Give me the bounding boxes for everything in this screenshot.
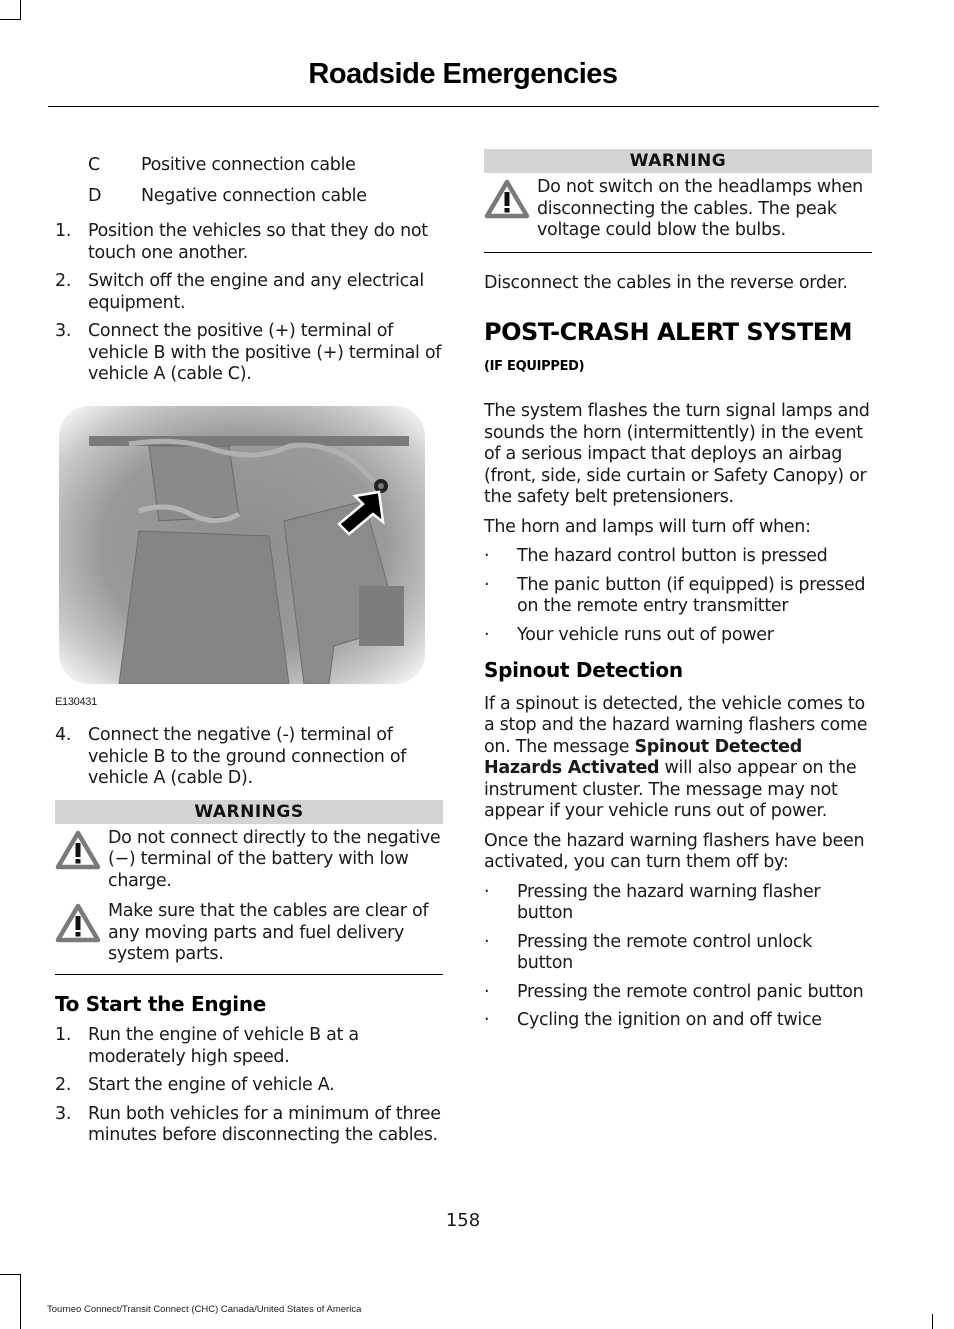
step-item: 1. Run the engine of vehicle B at a moder… (55, 1025, 443, 1068)
spinout-heading: Spinout Detection (484, 658, 683, 682)
warning-heading: WARNING (484, 149, 872, 173)
right-column: WARNING Do not switch on the headlamps w… (484, 149, 872, 1039)
step-text: Switch off the engine and any electrical… (88, 271, 424, 313)
step-number: 3. (55, 321, 72, 341)
bullet-text: Your vehicle runs out of power (517, 624, 774, 645)
bullet-icon: · (484, 981, 490, 1002)
if-equipped-label: (IF EQUIPPED) (484, 358, 585, 374)
step-text: Run both vehicles for a minimum of three… (88, 1103, 441, 1146)
footer-text: Tourneo Connect/Transit Connect (CHC) Ca… (47, 1304, 362, 1315)
step-number: 1. (55, 1025, 72, 1045)
bullet-text: The panic button (if equipped) is presse… (517, 574, 866, 617)
crop-mark (0, 1274, 20, 1275)
key-row: C Positive connection cable (55, 150, 443, 181)
bullet-item: · Pressing the remote control unlock butt… (484, 932, 872, 975)
bullet-icon: · (484, 881, 490, 902)
warning-text: Do not connect directly to the negative … (108, 827, 441, 891)
bullet-text: Pressing the remote control unlock butto… (517, 931, 813, 974)
crop-mark (932, 1314, 933, 1329)
step-text: Start the engine of vehicle A. (88, 1075, 335, 1095)
turn-off-intro: The horn and lamps will turn off when: (484, 516, 811, 537)
step-number: 1. (55, 221, 72, 241)
key-label: Negative connection cable (141, 185, 367, 206)
bullet-icon: · (484, 1010, 490, 1030)
bullet-item: · Pressing the remote control panic butto… (484, 982, 872, 1004)
bullet-text: The hazard control button is pressed (517, 546, 828, 566)
warnings-divider (55, 973, 443, 975)
engine-bay-drawing (89, 435, 409, 684)
engine-bay-illustration (59, 405, 425, 684)
warning-divider (484, 251, 872, 253)
warning-triangle-icon (484, 177, 537, 242)
bullet-text: Pressing the hazard warning flasher butt… (517, 881, 821, 924)
warning-triangle-icon (55, 901, 108, 966)
step-item: 1. Position the vehicles so that they do … (55, 221, 443, 264)
post-crash-heading: POST-CRASH ALERT SYSTEM (484, 318, 852, 346)
start-engine-steps: 1. Run the engine of vehicle B at a moder… (55, 1025, 443, 1147)
warning-text: Make sure that the cables are clear of a… (108, 901, 429, 964)
warning-box: WARNING Do not switch on the headlamps w… (484, 149, 872, 253)
bullet-icon: · (484, 931, 490, 952)
step-number: 4. (55, 725, 72, 745)
post-crash-intro: The system flashes the turn signal lamps… (484, 401, 870, 507)
step-item: 2. Switch off the engine and any electric… (55, 271, 443, 314)
jump-step-4: 4. Connect the negative (-) terminal of v… (55, 725, 443, 790)
bullet-item: · The hazard control button is pressed (484, 546, 872, 568)
bullet-item: · Your vehicle runs out of power (484, 625, 872, 647)
disconnect-note: Disconnect the cables in the reverse ord… (484, 272, 848, 293)
figure-code: E130431 (55, 695, 97, 708)
bullet-item: · Pressing the hazard warning flasher but… (484, 882, 872, 925)
crop-mark (20, 0, 21, 20)
step-text: Run the engine of vehicle B at a moderat… (88, 1025, 359, 1067)
left-column: C Positive connection cable D Negative c… (55, 152, 443, 1154)
turn-off-flashers-list: · Pressing the hazard warning flasher but… (484, 882, 872, 1032)
jump-steps: 1. Position the vehicles so that they do … (55, 221, 443, 386)
bullet-icon: · (484, 624, 490, 645)
warnings-box: WARNINGS Do not connect directly to the … (55, 799, 443, 975)
turn-off-flashers-intro: Once the hazard warning flashers have be… (484, 830, 865, 873)
warning-item: Do not switch on the headlamps when disc… (484, 177, 872, 242)
bullet-text: Pressing the remote control panic button (517, 981, 864, 1002)
step-item: 2. Start the engine of vehicle A. (55, 1075, 443, 1097)
warning-item: Make sure that the cables are clear of a… (55, 901, 443, 966)
key-letter: C (88, 154, 100, 175)
step-text: Position the vehicles so that they do no… (88, 221, 428, 263)
bullet-item: · The panic button (if equipped) is press… (484, 575, 872, 618)
bullet-item: · Cycling the ignition on and off twice (484, 1010, 872, 1032)
key-label: Positive connection cable (141, 154, 356, 175)
warnings-heading: WARNINGS (55, 799, 443, 824)
bullet-icon: · (484, 546, 490, 566)
crop-mark (0, 19, 20, 20)
warning-item: Do not connect directly to the negative … (55, 828, 443, 893)
page-title: Roadside Emergencies (308, 58, 618, 90)
figure-key-list: C Positive connection cable D Negative c… (55, 150, 443, 212)
step-item: 3. Connect the positive (+) terminal of v… (55, 321, 443, 386)
warning-text: Do not switch on the headlamps when disc… (537, 177, 863, 240)
key-letter: D (88, 185, 102, 206)
warning-triangle-icon (55, 828, 108, 893)
key-row: D Negative connection cable (55, 181, 443, 212)
bullet-text: Cycling the ignition on and off twice (517, 1010, 822, 1030)
title-divider (48, 106, 879, 107)
spinout-paragraph: If a spinout is detected, the vehicle co… (484, 694, 872, 823)
step-item: 3. Run both vehicles for a minimum of thr… (55, 1104, 443, 1147)
step-item: 4. Connect the negative (-) terminal of v… (55, 725, 443, 790)
arrow-pointer-icon (337, 490, 385, 536)
step-text: Connect the negative (-) terminal of veh… (88, 725, 407, 788)
page-number: 158 (445, 1210, 481, 1231)
step-number: 3. (55, 1103, 72, 1124)
step-number: 2. (55, 1075, 72, 1095)
step-text: Connect the positive (+) terminal of veh… (88, 321, 442, 384)
step-number: 2. (55, 271, 72, 291)
start-engine-heading: To Start the Engine (55, 991, 267, 1016)
turn-off-conditions: · The hazard control button is pressed · T… (484, 546, 872, 646)
crop-mark (20, 1274, 21, 1329)
bullet-icon: · (484, 574, 490, 595)
